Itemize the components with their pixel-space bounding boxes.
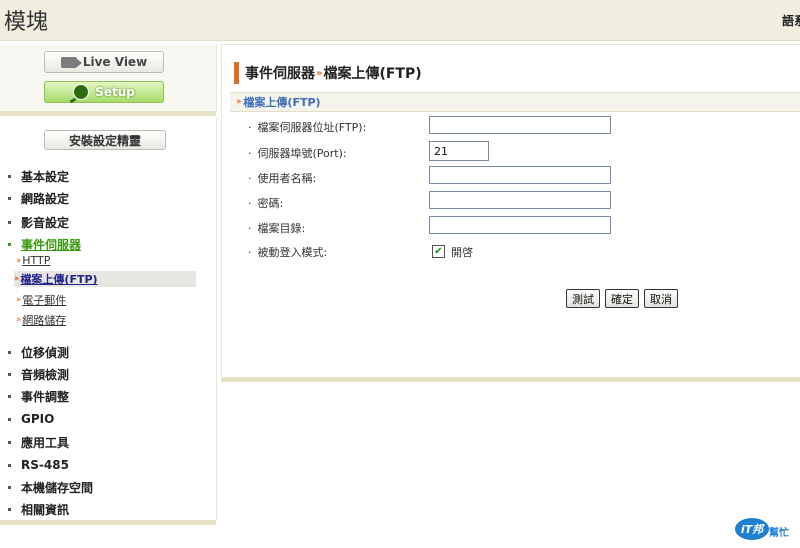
sidebar-item-av[interactable]: 影音設定 bbox=[8, 214, 69, 231]
section-title: 檔案上傳(FTP) bbox=[243, 96, 321, 109]
ftp-port-label: · 伺服器埠號(Port): bbox=[248, 147, 347, 160]
sidebar-item-network[interactable]: 網路設定 bbox=[8, 190, 69, 207]
language-selector[interactable]: 語系 bbox=[782, 12, 800, 29]
sidebar: 安裝設定精靈 基本設定 網路設定 影音設定 事件伺服器 ›› HTTP ›› 檔案上… bbox=[0, 118, 217, 520]
sidebar-item-gpio[interactable]: GPIO bbox=[8, 412, 54, 426]
app-title: 模塊 bbox=[4, 10, 49, 35]
sidebar-item-motion[interactable]: 位移偵測 bbox=[8, 344, 69, 361]
divider bbox=[0, 111, 216, 116]
cancel-button[interactable]: 取消 bbox=[644, 289, 678, 308]
ftp-server-input[interactable] bbox=[429, 116, 611, 134]
sidebar-subitem-ftp[interactable]: ›› 檔案上傳(FTP) bbox=[14, 271, 196, 287]
passive-mode-option-label: 開啓 bbox=[451, 246, 473, 259]
heading-parent: 事件伺服器 bbox=[245, 66, 315, 82]
test-button[interactable]: 測試 bbox=[566, 289, 600, 308]
camera-icon bbox=[60, 56, 82, 68]
setup-wizard-button[interactable]: 安裝設定精靈 bbox=[44, 130, 166, 150]
password-label: · 密碼: bbox=[248, 197, 284, 210]
password-input[interactable] bbox=[429, 191, 611, 209]
username-input[interactable] bbox=[429, 166, 611, 184]
live-view-button[interactable]: Live View bbox=[44, 51, 164, 73]
sidebar-item-audio[interactable]: 音頻檢測 bbox=[8, 366, 69, 383]
setup-icon bbox=[73, 84, 90, 100]
watermark-logo: iT邦 幫忙 bbox=[735, 518, 795, 542]
passive-mode-label: · 被動登入模式: bbox=[248, 246, 328, 259]
sidebar-item-basic[interactable]: 基本設定 bbox=[8, 168, 69, 185]
username-label: · 使用者名稱: bbox=[248, 172, 317, 185]
page-title: 事件伺服器 » 檔案上傳(FTP) bbox=[234, 62, 422, 84]
divider bbox=[221, 377, 800, 382]
sidebar-subitem-email[interactable]: ›› 電子郵件 bbox=[16, 292, 66, 308]
setup-label: Setup bbox=[95, 85, 135, 99]
chevron-double-icon: ›› bbox=[236, 97, 242, 107]
sidebar-item-rs485[interactable]: RS-485 bbox=[8, 458, 69, 472]
heading-accent bbox=[234, 62, 239, 84]
heading-separator: » bbox=[316, 67, 323, 79]
directory-label: · 檔案目錄: bbox=[248, 222, 306, 235]
logo-tagline: 幫忙 bbox=[769, 528, 789, 539]
sidebar-item-local-storage[interactable]: 本機儲存空間 bbox=[8, 479, 93, 496]
sidebar-item-event-adjust[interactable]: 事件調整 bbox=[8, 388, 69, 405]
sidebar-item-info[interactable]: 相關資訊 bbox=[8, 501, 69, 518]
mode-switcher: Live View Setup bbox=[0, 44, 217, 112]
ftp-server-label: · 檔案伺服器位址(FTP): bbox=[248, 121, 367, 134]
divider bbox=[0, 520, 216, 525]
logo-bubble: iT邦 bbox=[735, 518, 769, 540]
passive-mode-checkbox[interactable]: ✔ bbox=[432, 245, 445, 258]
main-panel: 事件伺服器 » 檔案上傳(FTP) ›› 檔案上傳(FTP) · 檔案伺服器位址(… bbox=[221, 44, 800, 379]
directory-input[interactable] bbox=[429, 216, 611, 234]
ok-button[interactable]: 確定 bbox=[605, 289, 639, 308]
sidebar-subitem-http[interactable]: ›› HTTP bbox=[16, 254, 50, 267]
heading-current: 檔案上傳(FTP) bbox=[323, 66, 422, 82]
sidebar-item-event-server[interactable]: 事件伺服器 bbox=[8, 236, 81, 253]
top-header: 模塊 語系 bbox=[0, 0, 800, 41]
ftp-port-input[interactable] bbox=[429, 141, 489, 161]
section-header: ›› 檔案上傳(FTP) bbox=[230, 92, 800, 112]
live-view-label: Live View bbox=[82, 55, 148, 69]
sidebar-item-tools[interactable]: 應用工具 bbox=[8, 434, 69, 451]
sidebar-subitem-nas[interactable]: ›› 網路儲存 bbox=[16, 312, 66, 328]
setup-button[interactable]: Setup bbox=[44, 81, 164, 103]
